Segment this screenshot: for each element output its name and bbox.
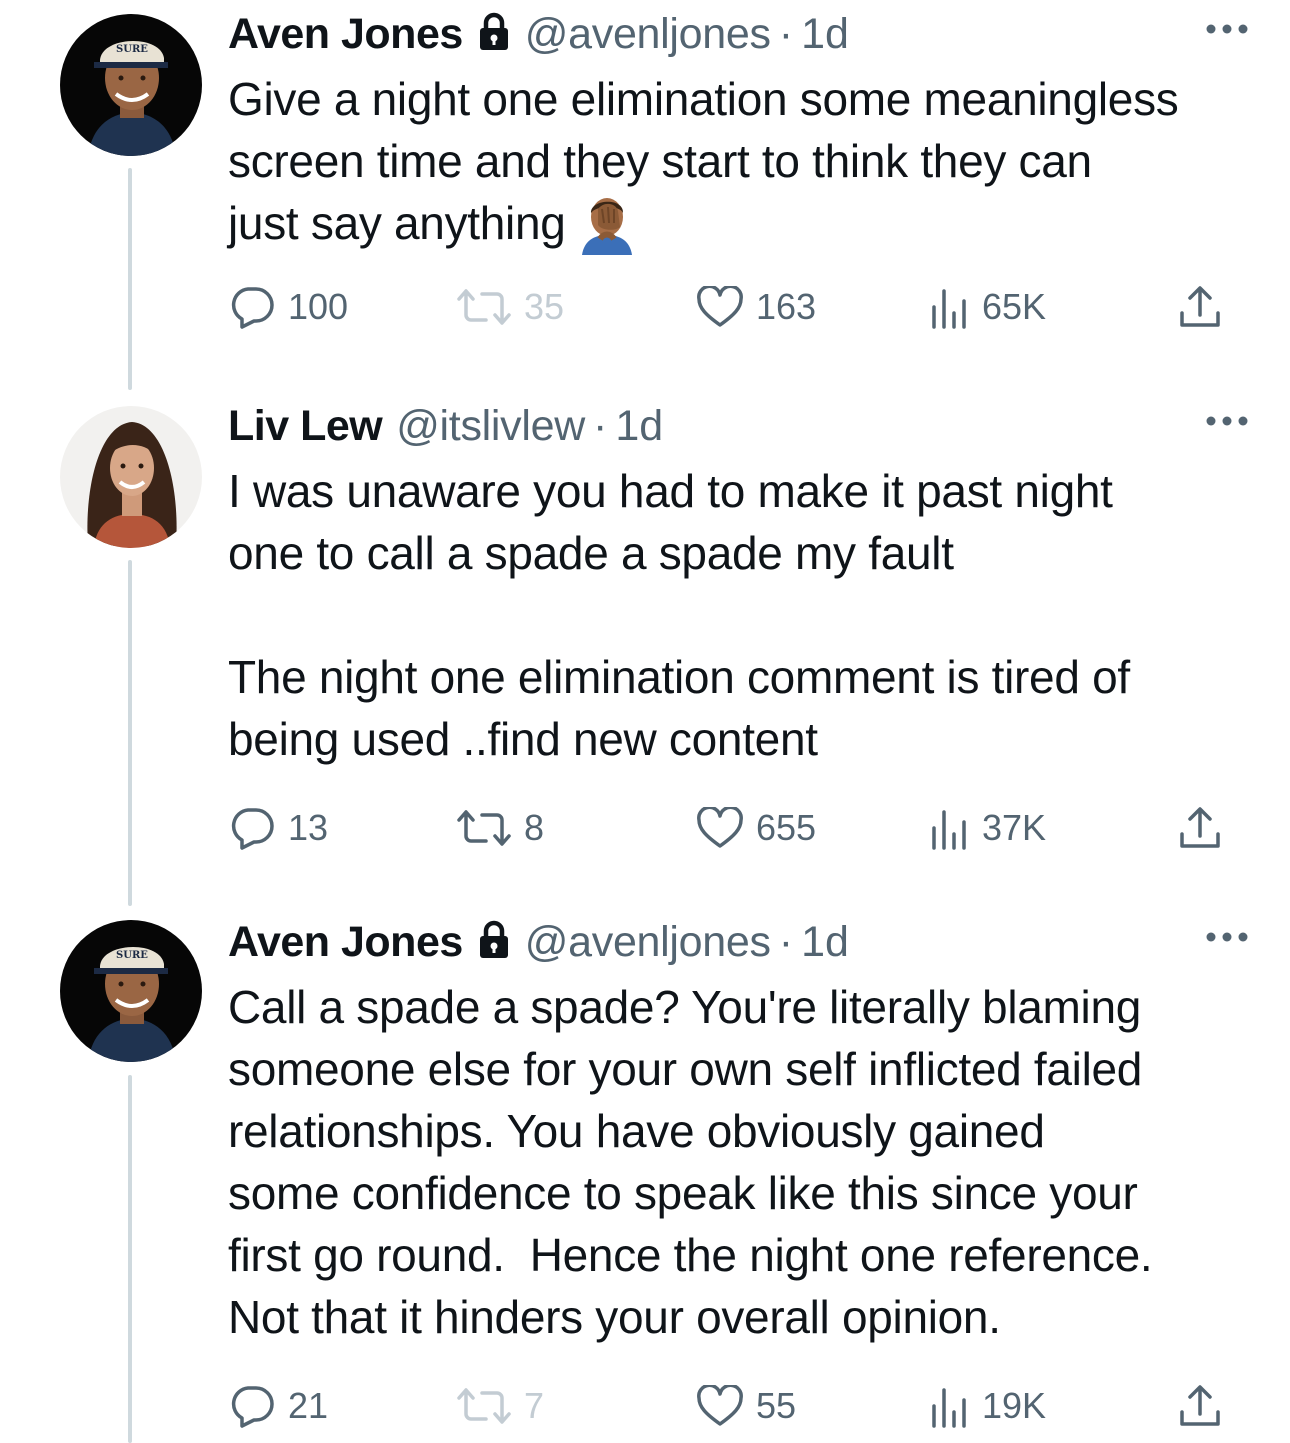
separator-dot: · xyxy=(778,918,794,966)
reply-count: 21 xyxy=(288,1385,329,1426)
timestamp[interactable]: 1d xyxy=(615,396,663,456)
like-icon xyxy=(696,286,744,328)
like-count: 655 xyxy=(756,807,817,848)
retweet-count: 7 xyxy=(524,1385,545,1426)
views-button[interactable]: 65K xyxy=(930,277,1046,337)
views-icon xyxy=(930,285,970,329)
thread-line xyxy=(128,168,132,390)
avatar[interactable]: SURE xyxy=(60,920,202,1062)
separator-dot: · xyxy=(778,10,794,58)
svg-text:SURE: SURE xyxy=(116,950,148,961)
retweet-button[interactable]: 7 xyxy=(456,1376,544,1436)
reply-icon xyxy=(228,1384,276,1428)
action-bar: 13 8 655 37K xyxy=(228,798,1238,858)
retweet-icon xyxy=(456,1386,512,1426)
share-button[interactable] xyxy=(1178,1376,1222,1436)
share-icon xyxy=(1178,1384,1222,1428)
tweet-text: Call a spade a spade? You're literally b… xyxy=(228,981,1153,1343)
like-icon xyxy=(696,1385,744,1427)
more-icon[interactable] xyxy=(1204,414,1250,428)
like-count: 55 xyxy=(756,1385,797,1426)
tweet-text-content: Give a night one elimination some meanin… xyxy=(228,73,1179,249)
reply-button[interactable]: 21 xyxy=(228,1376,328,1436)
thread-line xyxy=(128,560,132,906)
like-button[interactable]: 163 xyxy=(696,277,816,337)
reply-count: 13 xyxy=(288,807,329,848)
like-icon xyxy=(696,807,744,849)
timestamp[interactable]: 1d xyxy=(801,4,849,64)
views-button[interactable]: 19K xyxy=(930,1376,1046,1436)
tweet-text: I was unaware you had to make it past ni… xyxy=(228,465,1130,765)
author-handle[interactable]: @avenljones xyxy=(525,912,771,972)
timestamp[interactable]: 1d xyxy=(801,912,849,972)
separator-dot: · xyxy=(592,402,608,450)
author-name[interactable]: Aven Jones xyxy=(228,4,463,64)
avatar[interactable]: SURE xyxy=(60,14,202,156)
share-icon xyxy=(1178,806,1222,850)
retweet-button[interactable]: 8 xyxy=(456,798,544,858)
reply-icon xyxy=(228,806,276,850)
tweet-header: Aven Jones @avenljones · 1d xyxy=(228,4,1238,64)
reply-button[interactable]: 100 xyxy=(228,277,348,337)
share-button[interactable] xyxy=(1178,798,1222,858)
share-icon xyxy=(1178,285,1222,329)
man-facepalming-emoji xyxy=(576,193,638,255)
more-icon[interactable] xyxy=(1204,930,1250,944)
avatar-image: SURE xyxy=(60,920,202,1062)
avatar-image xyxy=(60,406,202,548)
retweet-button[interactable]: 35 xyxy=(456,277,564,337)
author-name[interactable]: Aven Jones xyxy=(228,912,463,972)
author-handle[interactable]: @avenljones xyxy=(525,4,771,64)
author-name[interactable]: Liv Lew xyxy=(228,396,383,456)
like-count: 163 xyxy=(756,286,817,327)
reply-icon xyxy=(228,285,276,329)
avatar[interactable] xyxy=(60,406,202,548)
author-handle[interactable]: @itslivlew xyxy=(396,396,585,456)
action-bar: 21 7 55 19K xyxy=(228,1376,1238,1436)
thread-line xyxy=(128,1075,132,1443)
tweet-text: Give a night one elimination some meanin… xyxy=(228,68,1238,255)
like-button[interactable]: 655 xyxy=(696,798,816,858)
views-button[interactable]: 37K xyxy=(930,798,1046,858)
more-icon[interactable] xyxy=(1204,22,1250,36)
svg-text:SURE: SURE xyxy=(116,44,148,55)
views-icon xyxy=(930,1384,970,1428)
reply-count: 100 xyxy=(288,286,349,327)
avatar-image: SURE xyxy=(60,14,202,156)
views-count: 19K xyxy=(982,1385,1047,1426)
share-button[interactable] xyxy=(1178,277,1222,337)
lock-icon xyxy=(477,8,511,50)
retweet-icon xyxy=(456,287,512,327)
retweet-count: 8 xyxy=(524,807,545,848)
retweet-icon xyxy=(456,808,512,848)
views-count: 65K xyxy=(982,286,1047,327)
views-icon xyxy=(930,806,970,850)
reply-button[interactable]: 13 xyxy=(228,798,328,858)
tweet-header: Aven Jones @avenljones · 1d xyxy=(228,912,1238,972)
like-button[interactable]: 55 xyxy=(696,1376,796,1436)
action-bar: 100 35 163 65K xyxy=(228,277,1238,337)
views-count: 37K xyxy=(982,807,1047,848)
lock-icon xyxy=(477,916,511,958)
retweet-count: 35 xyxy=(524,286,565,327)
tweet-header: Liv Lew @itslivlew · 1d xyxy=(228,396,1238,456)
